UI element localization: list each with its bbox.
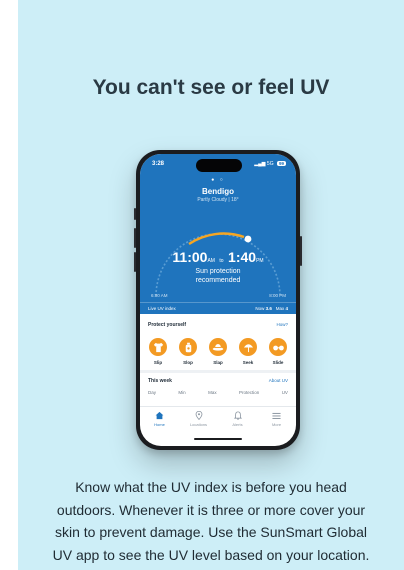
now-value: 3.6 (265, 306, 272, 311)
battery-icon: 99 (276, 161, 286, 166)
hat-icon (209, 338, 227, 356)
uv-hero: 3:28 ▂▄▆ 5G 99 ● ○ Bendigo Partly Cloudy… (140, 154, 296, 314)
menu-icon (262, 411, 292, 420)
arc-start-label: 6:00 AM (151, 293, 168, 298)
tab-more[interactable]: More (262, 411, 292, 446)
message-line-1: Sun protection (195, 268, 241, 275)
protect-label: Slide (272, 360, 284, 365)
now-label: Now (255, 306, 265, 311)
sun-protection-message: Sun protection recommended (140, 267, 296, 285)
status-time: 3:28 (152, 161, 165, 167)
page-dots: ● ○ (211, 177, 225, 183)
signal-icon: ▂▄▆ (254, 161, 266, 167)
headline: You can't see or feel UV (92, 76, 330, 99)
protect-item-seek[interactable]: Seek (236, 338, 260, 365)
col-max: Max (208, 390, 217, 395)
live-uv-bar[interactable]: Live UV index Now 3.6 Max 4 (140, 302, 296, 314)
to-label: to (219, 258, 224, 264)
protect-icons-row: Slip Slop Slap Seek Slide (146, 338, 290, 365)
col-protection: Protection (239, 390, 260, 395)
sunscreen-icon (179, 338, 197, 356)
network-label: 5G (266, 161, 274, 167)
sunglasses-icon (269, 338, 287, 356)
protect-item-slap[interactable]: Slap (206, 338, 230, 365)
tab-bar: Home Locations Alerts More (140, 406, 296, 446)
max-label: Max (275, 306, 285, 311)
tab-home[interactable]: Home (145, 411, 175, 446)
protect-label: Slop (183, 360, 193, 365)
max-value: 4 (285, 306, 288, 311)
col-day: Day (148, 390, 157, 395)
col-uv: UV (281, 390, 288, 395)
description-line: skin to prevent damage. Use the SunSmart… (54, 524, 368, 540)
end-time: 1:40 (228, 249, 257, 265)
protect-item-slop[interactable]: Slop (176, 338, 200, 365)
phone-screen: 3:28 ▂▄▆ 5G 99 ● ○ Bendigo Partly Cloudy… (140, 154, 296, 446)
arc-end-label: 8:00 PM (269, 293, 286, 298)
live-uv-values: Now 3.6 Max 4 (255, 306, 288, 311)
tab-label: Alerts (232, 422, 243, 427)
section-divider (140, 370, 296, 373)
tab-label: Locations (189, 422, 208, 427)
description-line: UV app to see the UV level based on your… (52, 546, 370, 563)
tab-label: Home (154, 422, 165, 427)
description-text: Know what the UV index is before you hea… (18, 476, 404, 566)
protect-label: Slip (153, 360, 163, 365)
tab-locations[interactable]: Locations (184, 411, 214, 446)
protect-label: Seek (242, 360, 254, 365)
col-min: Min (178, 390, 186, 395)
protect-how-link[interactable]: How? (276, 322, 288, 327)
protect-item-slide[interactable]: Slide (266, 338, 290, 365)
start-time: 11:00 (172, 249, 208, 265)
shirt-icon (149, 338, 167, 356)
protect-label: Slap (213, 360, 223, 365)
city-name[interactable]: Bendigo (140, 187, 296, 196)
dynamic-island (196, 159, 242, 172)
phone-power-button (300, 236, 302, 266)
week-columns: Day Min Max Protection UV (148, 390, 288, 395)
end-suffix: PM (256, 258, 264, 264)
protection-times: 11:00AM to 1:40PM (140, 249, 296, 267)
weather-condition: Partly Cloudy | 18° (197, 197, 239, 203)
live-uv-label: Live UV index (148, 306, 176, 311)
description-line: Know what the UV index is before you hea… (75, 479, 347, 495)
tab-alerts[interactable]: Alerts (223, 411, 253, 446)
phone-volume-up (134, 228, 136, 248)
tab-label: More (271, 422, 282, 427)
week-title: This week (148, 378, 172, 384)
about-uv-link[interactable]: About UV (269, 378, 288, 383)
description-line: outdoors. Whenever it is three or more c… (56, 501, 366, 518)
protect-title: Protect yourself (148, 322, 187, 328)
phone-volume-down (134, 252, 136, 272)
arc-protection-segment (188, 232, 245, 245)
promo-panel: You can't see or feel UV 3:28 ▂▄▆ 5G 99 … (18, 0, 404, 570)
start-suffix: AM (207, 258, 215, 264)
bell-icon (223, 411, 253, 420)
phone-mockup: 3:28 ▂▄▆ 5G 99 ● ○ Bendigo Partly Cloudy… (134, 150, 302, 450)
umbrella-icon (239, 338, 257, 356)
home-icon (145, 411, 175, 420)
phone-side-button (134, 208, 136, 220)
home-indicator (194, 438, 242, 440)
protect-item-slip[interactable]: Slip (146, 338, 170, 365)
message-line-2: recommended (195, 277, 241, 284)
location-pin-icon (184, 411, 214, 420)
sun-position-marker (244, 235, 252, 243)
status-icons: ▂▄▆ 5G 99 (254, 161, 286, 167)
